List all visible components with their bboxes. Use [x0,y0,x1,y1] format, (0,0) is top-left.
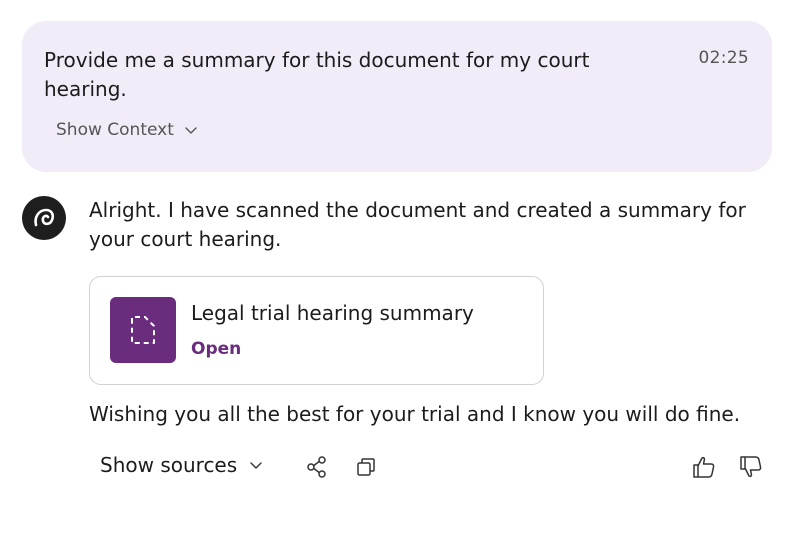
show-sources-label: Show sources [100,453,238,477]
document-title: Legal trial hearing summary [191,301,474,325]
thumbs-down-icon[interactable] [738,454,764,480]
document-dashed-icon [110,297,176,363]
message-actions-bar: Show sources [0,450,794,486]
copy-icon[interactable] [353,454,379,480]
document-open-link[interactable]: Open [191,339,241,359]
chevron-down-icon [185,127,197,134]
chevron-down-icon [250,462,262,469]
thumbs-up-icon[interactable] [691,454,717,480]
assistant-closing-text: Wishing you all the best for your trial … [89,402,741,426]
document-card[interactable]: Legal trial hearing summary Open [89,276,544,385]
show-context-label: Show Context [56,120,174,140]
assistant-reply-text: Alright. I have scanned the document and… [89,198,746,251]
show-sources-button[interactable]: Show sources [100,453,263,477]
share-icon[interactable] [304,454,330,480]
user-message-text: Provide me a summary for this document f… [44,48,590,101]
copilot-logo-icon [22,196,66,240]
show-context-button[interactable]: Show Context [56,120,198,140]
user-message-bubble: Provide me a summary for this document f… [22,21,772,172]
message-timestamp: 02:25 [698,48,749,68]
